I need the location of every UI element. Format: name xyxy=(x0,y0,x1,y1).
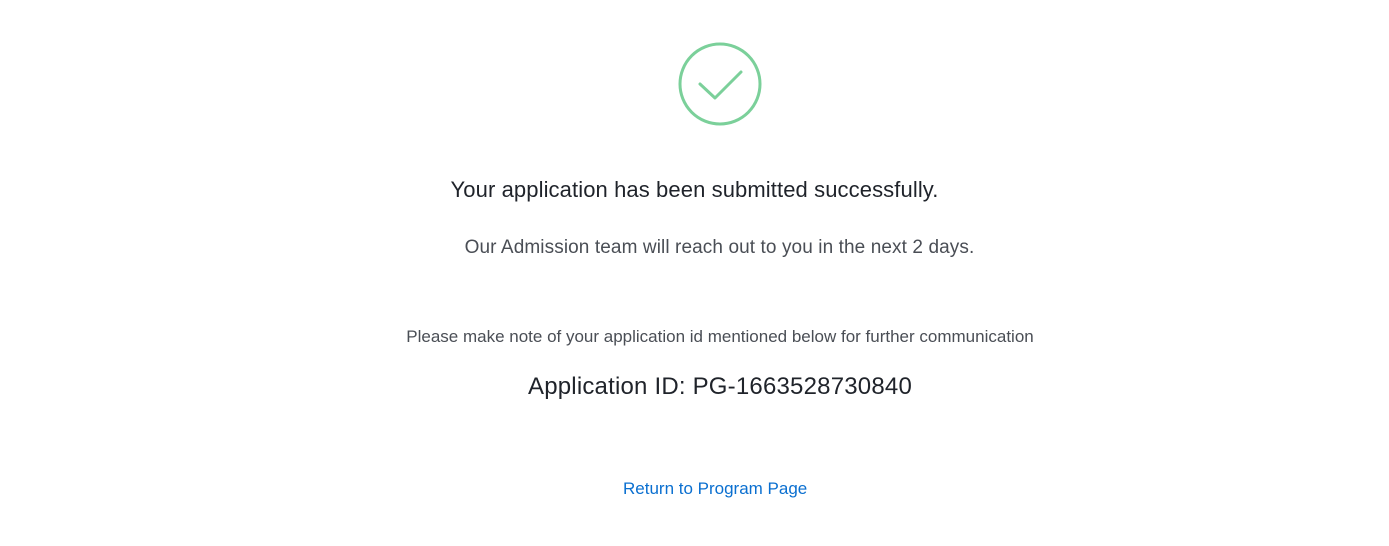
success-check-circle-icon xyxy=(677,41,763,127)
confirmation-title: Your application has been submitted succ… xyxy=(450,177,939,202)
application-id: Application ID: PG-1663528730840 xyxy=(527,373,912,400)
confirmation-subtitle: Our Admission team will reach out to you… xyxy=(464,237,975,258)
submission-confirmation: Your application has been submitted succ… xyxy=(0,0,1389,546)
return-to-program-link[interactable]: Return to Program Page xyxy=(623,479,807,499)
application-id-note: Please make note of your application id … xyxy=(406,327,1034,346)
